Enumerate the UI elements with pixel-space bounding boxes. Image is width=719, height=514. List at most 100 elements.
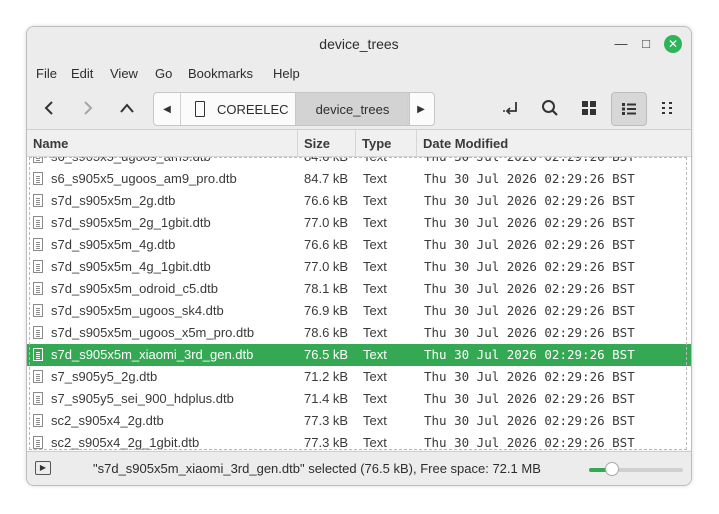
- title-bar: device_trees — □ ✕: [27, 27, 691, 61]
- table-row[interactable]: sc2_s905x4_2g.dtb 77.3 kB Text Thu 30 Jul 2…: [27, 410, 691, 432]
- file-type: Text: [363, 157, 387, 168]
- search-icon[interactable]: [535, 93, 565, 123]
- file-name: s7d_s905x5m_odroid_c5.dtb: [51, 281, 218, 296]
- file-name: s6_s905x5_ugoos_am9_pro.dtb: [51, 171, 237, 186]
- table-row[interactable]: sc2_s905x4_2g_1gbit.dtb 77.3 kB Text Thu 30…: [27, 432, 691, 450]
- table-row[interactable]: s6_s905x5_ugoos_am9.dtb 84.6 kB Text Thu 30…: [27, 157, 691, 168]
- file-date-modified: Thu 30 Jul 2026 02:29:26 BST: [424, 347, 635, 362]
- file-date-modified: Thu 30 Jul 2026 02:29:26 BST: [424, 325, 635, 340]
- maximize-icon[interactable]: □: [637, 35, 655, 53]
- file-size: 76.5 kB: [304, 347, 349, 362]
- menu-help[interactable]: Help: [273, 66, 300, 81]
- table-row[interactable]: s7d_s905x5m_ugoos_sk4.dtb 76.9 kB Text Thu …: [27, 300, 691, 322]
- menu-edit[interactable]: Edit: [71, 66, 93, 81]
- file-size: 84.6 kB: [304, 157, 348, 168]
- file-type: Text: [363, 171, 387, 186]
- table-row[interactable]: s7d_s905x5m_xiaomi_3rd_gen.dtb 76.5 kB Tex…: [27, 344, 691, 366]
- file-type: Text: [363, 391, 387, 406]
- status-bar: ▶ "s7d_s905x5m_xiaomi_3rd_gen.dtb" selec…: [27, 451, 691, 485]
- file-date-modified: Thu 30 Jul 2026 02:29:26 BST: [424, 281, 635, 296]
- path-scroll-left-icon[interactable]: ◀: [154, 93, 181, 125]
- file-name: s7_s905y5_2g.dtb: [51, 369, 158, 384]
- file-date-modified: Thu 30 Jul 2026 02:29:26 BST: [424, 259, 635, 274]
- compact-view-icon[interactable]: [653, 93, 683, 123]
- text-file-icon: [33, 436, 43, 449]
- zoom-slider[interactable]: [589, 462, 683, 476]
- text-file-icon: [33, 304, 43, 317]
- file-type: Text: [363, 215, 387, 230]
- file-list: Name Size Type Date Modified s6_s905x5_u…: [27, 130, 691, 450]
- menu-go[interactable]: Go: [155, 66, 172, 81]
- file-type: Text: [363, 347, 387, 362]
- file-rows: s6_s905x5_ugoos_am9.dtb 84.6 kB Text Thu 30…: [27, 157, 691, 450]
- file-size: 77.0 kB: [304, 259, 349, 274]
- text-file-icon: [33, 157, 43, 163]
- breadcrumb-device-trees[interactable]: device_trees: [295, 93, 410, 125]
- file-type: Text: [363, 413, 387, 428]
- close-icon[interactable]: ✕: [664, 35, 682, 53]
- open-terminal-icon[interactable]: [496, 93, 526, 123]
- zoom-slider-handle[interactable]: [605, 462, 619, 476]
- menu-view[interactable]: View: [110, 66, 138, 81]
- file-name: s7d_s905x5m_xiaomi_3rd_gen.dtb: [51, 347, 254, 362]
- table-row[interactable]: s7d_s905x5m_2g_1gbit.dtb 77.0 kB Text Thu 3…: [27, 212, 691, 234]
- file-size: 71.2 kB: [304, 369, 349, 384]
- file-name: s7d_s905x5m_4g.dtb: [51, 237, 176, 252]
- table-row[interactable]: s7_s905y5_2g.dtb 71.2 kB Text Thu 30 Jul 20…: [27, 366, 691, 388]
- grid-view-icon[interactable]: [574, 93, 604, 123]
- column-name[interactable]: Name: [27, 130, 298, 156]
- drive-icon: [195, 101, 205, 117]
- file-type: Text: [363, 259, 387, 274]
- file-size: 76.9 kB: [304, 303, 349, 318]
- table-row[interactable]: s7d_s905x5m_4g_1gbit.dtb 77.0 kB Text Thu 3…: [27, 256, 691, 278]
- column-size[interactable]: Size: [298, 130, 356, 156]
- list-view-icon[interactable]: [611, 92, 647, 126]
- text-file-icon: [33, 414, 43, 427]
- table-row[interactable]: s7d_s905x5m_4g.dtb 76.6 kB Text Thu 30 Jul …: [27, 234, 691, 256]
- text-file-icon: [33, 194, 43, 207]
- path-scroll-right-icon[interactable]: ▶: [407, 93, 434, 125]
- file-size: 76.6 kB: [304, 237, 349, 252]
- table-row[interactable]: s7d_s905x5m_2g.dtb 76.6 kB Text Thu 30 Jul …: [27, 190, 691, 212]
- file-date-modified: Thu 30 Jul 2026 02:29:26 BST: [424, 303, 635, 318]
- file-size: 84.7 kB: [304, 171, 349, 186]
- file-size: 77.0 kB: [304, 215, 349, 230]
- file-date-modified: Thu 30 Jul 2026 02:29:26 BST: [424, 435, 635, 450]
- window-title: device_trees: [319, 36, 399, 52]
- file-name: s7d_s905x5m_ugoos_x5m_pro.dtb: [51, 325, 255, 340]
- forward-icon[interactable]: [73, 93, 103, 123]
- table-row[interactable]: s7_s905y5_sei_900_hdplus.dtb 71.4 kB Text T…: [27, 388, 691, 410]
- table-row[interactable]: s7d_s905x5m_odroid_c5.dtb 78.1 kB Text Thu …: [27, 278, 691, 300]
- file-rows-inner: s6_s905x5_ugoos_am9.dtb 84.6 kB Text Thu 30…: [27, 157, 691, 450]
- file-name: s7d_s905x5m_4g_1gbit.dtb: [51, 259, 211, 274]
- file-type: Text: [363, 303, 387, 318]
- file-name: sc2_s905x4_2g_1gbit.dtb: [51, 435, 200, 450]
- table-row[interactable]: s7d_s905x5m_ugoos_x5m_pro.dtb 78.6 kB Text…: [27, 322, 691, 344]
- file-date-modified: Thu 30 Jul 2026 02:29:26 BST: [424, 171, 635, 186]
- file-type: Text: [363, 435, 387, 450]
- menu-bookmarks[interactable]: Bookmarks: [188, 66, 253, 81]
- column-type[interactable]: Type: [356, 130, 417, 156]
- status-text: "s7d_s905x5m_xiaomi_3rd_gen.dtb" selecte…: [93, 461, 541, 476]
- file-type: Text: [363, 369, 387, 384]
- column-date-modified[interactable]: Date Modified: [417, 130, 691, 156]
- minimize-icon[interactable]: —: [612, 35, 630, 53]
- text-file-icon: [33, 326, 43, 339]
- up-icon[interactable]: [112, 93, 142, 123]
- file-size: 78.6 kB: [304, 325, 349, 340]
- file-date-modified: Thu 30 Jul 2026 02:29:26 BST: [424, 193, 635, 208]
- sidebar-toggle-icon[interactable]: ▶: [35, 461, 51, 475]
- breadcrumb-coreelec[interactable]: COREELEC: [181, 93, 295, 125]
- back-icon[interactable]: [34, 93, 64, 123]
- path-bar: ◀ COREELEC device_trees ▶: [153, 92, 435, 126]
- toolbar: ◀ COREELEC device_trees ▶: [27, 87, 691, 130]
- file-size: 71.4 kB: [304, 391, 349, 406]
- file-name: s7d_s905x5m_2g.dtb: [51, 193, 176, 208]
- file-date-modified: Thu 30 Jul 2026 02:29:26 BST: [424, 391, 635, 406]
- table-row[interactable]: s6_s905x5_ugoos_am9_pro.dtb 84.7 kB Text Th…: [27, 168, 691, 190]
- file-manager-window: device_trees — □ ✕ File Edit View Go Boo…: [26, 26, 692, 486]
- column-header: Name Size Type Date Modified: [27, 130, 691, 157]
- menu-file[interactable]: File: [36, 66, 57, 81]
- file-name: s7_s905y5_sei_900_hdplus.dtb: [51, 391, 234, 406]
- file-name: s7d_s905x5m_ugoos_sk4.dtb: [51, 303, 224, 318]
